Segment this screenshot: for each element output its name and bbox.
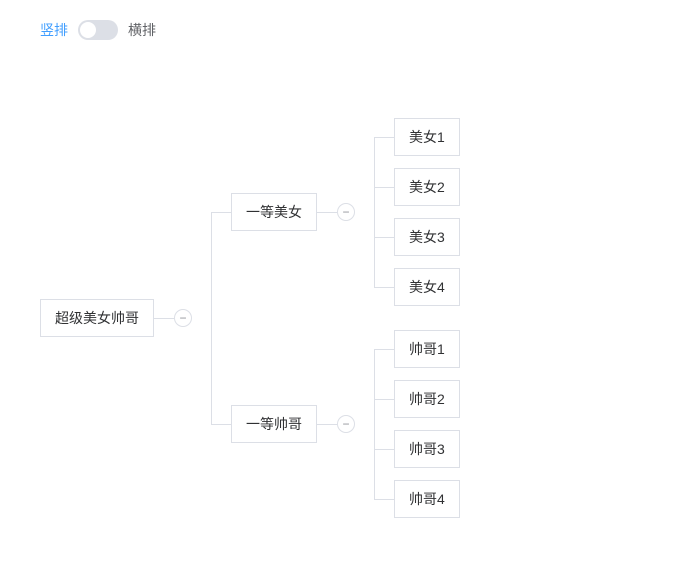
layout-switch[interactable] bbox=[78, 20, 118, 40]
connector-line bbox=[154, 318, 174, 319]
tree-leaf[interactable]: 帅哥3 bbox=[394, 430, 460, 468]
layout-horizontal-label: 横排 bbox=[128, 20, 156, 40]
tree-leaf[interactable]: 帅哥2 bbox=[394, 380, 460, 418]
tree-node-root[interactable]: 超级美女帅哥 bbox=[40, 299, 154, 337]
connector-line bbox=[317, 424, 337, 425]
collapse-icon[interactable]: − bbox=[337, 415, 355, 433]
collapse-icon[interactable]: − bbox=[337, 203, 355, 221]
tree-leaf[interactable]: 帅哥1 bbox=[394, 330, 460, 368]
org-tree: 超级美女帅哥 − 一等美女 − 美女1 美女2 美女 bbox=[40, 100, 647, 536]
tree-leaf[interactable]: 美女3 bbox=[394, 218, 460, 256]
layout-toggle-row: 竖排 横排 bbox=[40, 20, 647, 40]
tree-node[interactable]: 一等帅哥 bbox=[231, 405, 317, 443]
tree-node[interactable]: 一等美女 bbox=[231, 193, 317, 231]
switch-handle bbox=[80, 22, 96, 38]
tree-leaf[interactable]: 美女4 bbox=[394, 268, 460, 306]
collapse-icon[interactable]: − bbox=[174, 309, 192, 327]
tree-leaf[interactable]: 美女2 bbox=[394, 168, 460, 206]
layout-vertical-label: 竖排 bbox=[40, 20, 68, 40]
tree-leaf[interactable]: 美女1 bbox=[394, 118, 460, 156]
tree-leaf[interactable]: 帅哥4 bbox=[394, 480, 460, 518]
connector-line bbox=[317, 212, 337, 213]
